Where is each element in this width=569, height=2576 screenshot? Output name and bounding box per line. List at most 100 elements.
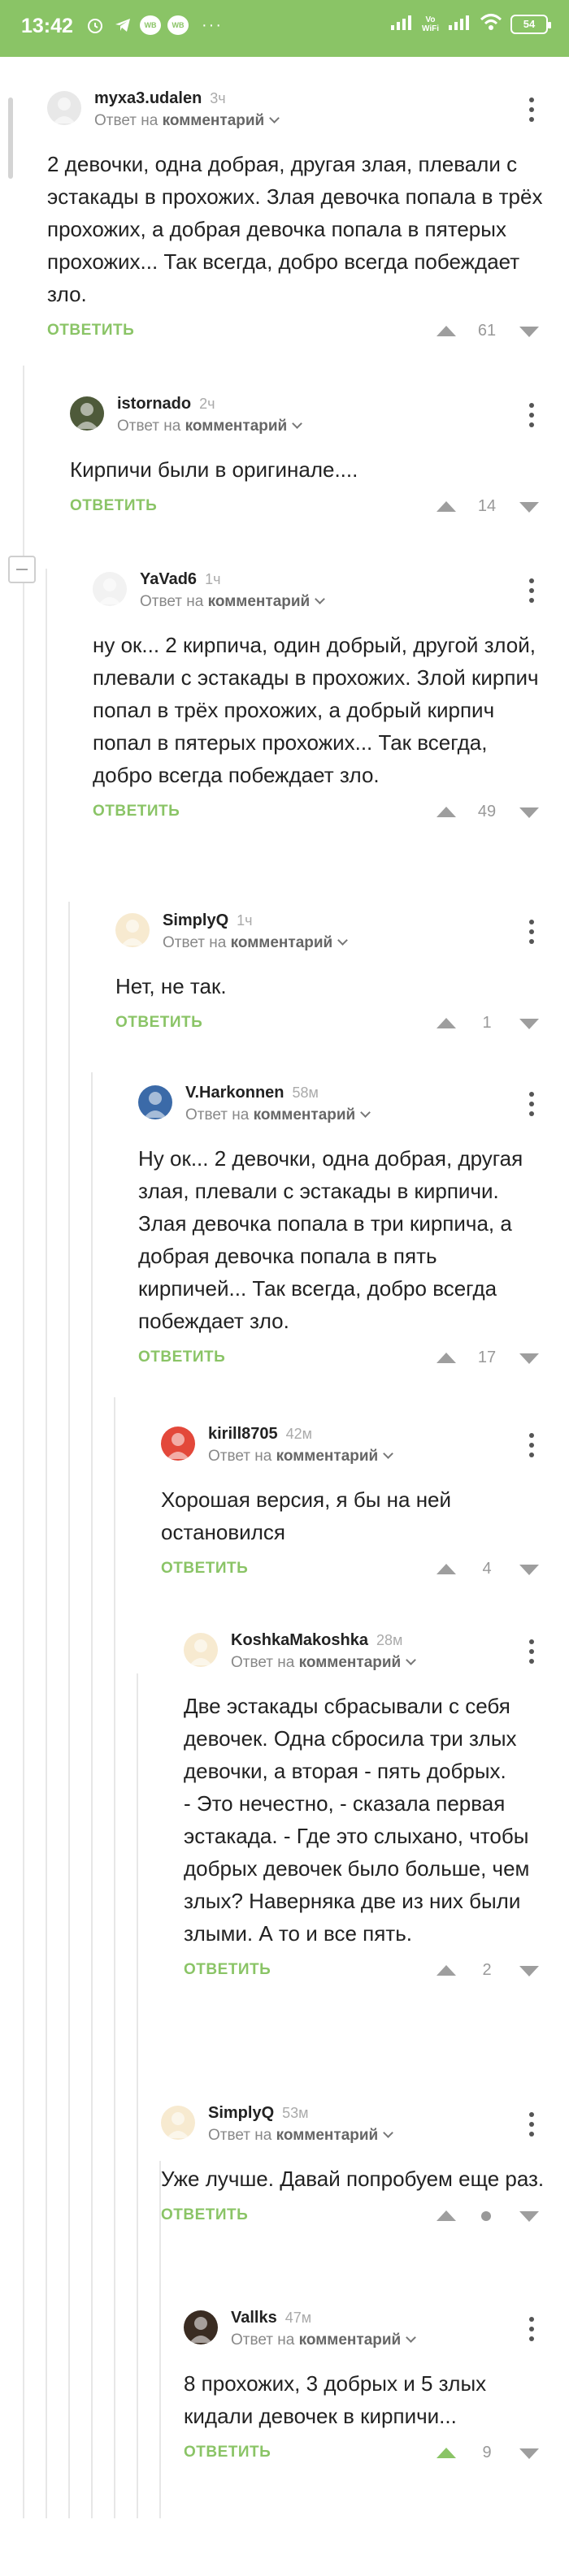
comment-author[interactable]: KoshkaMakoshka 28м bbox=[231, 1631, 402, 1650]
upvote-icon[interactable] bbox=[431, 2437, 462, 2470]
reply-button[interactable]: ОТВЕТИТЬ bbox=[93, 803, 180, 820]
avatar[interactable] bbox=[184, 1633, 218, 1667]
more-options-icon[interactable] bbox=[523, 2317, 540, 2341]
downvote-icon[interactable] bbox=[514, 491, 545, 523]
downvote-icon[interactable] bbox=[514, 2437, 545, 2470]
comment-author[interactable]: istornado 2ч bbox=[117, 395, 215, 413]
comment: istornado 2ч Ответ на комментарий Кирпичи б… bbox=[70, 393, 545, 526]
downvote-icon[interactable] bbox=[514, 796, 545, 829]
comment-author[interactable]: V.Harkonnen 58м bbox=[185, 1084, 319, 1102]
more-options-icon[interactable] bbox=[523, 578, 540, 603]
avatar[interactable] bbox=[47, 91, 81, 125]
comment-author[interactable]: YaVad6 1ч bbox=[140, 570, 220, 589]
more-options-icon[interactable] bbox=[523, 1639, 540, 1664]
reply-button[interactable]: ОТВЕТИТЬ bbox=[184, 1961, 271, 1979]
reply-target[interactable]: комментарий bbox=[185, 418, 288, 435]
reply-to-link[interactable]: Ответ на комментарий bbox=[231, 1654, 417, 1672]
more-options-icon[interactable] bbox=[523, 97, 540, 122]
upvote-icon[interactable] bbox=[431, 491, 462, 523]
thread-line bbox=[137, 1673, 138, 2518]
reply-to-link[interactable]: Ответ на комментарий bbox=[140, 593, 326, 611]
reply-target[interactable]: комментарий bbox=[208, 593, 311, 610]
more-options-icon[interactable] bbox=[523, 1433, 540, 1457]
downvote-icon[interactable] bbox=[514, 315, 545, 348]
comment-time: 3ч bbox=[210, 90, 226, 106]
reply-target[interactable]: комментарий bbox=[276, 1448, 379, 1465]
username[interactable]: V.Harkonnen bbox=[185, 1084, 284, 1102]
rating-widget: 4 bbox=[431, 1553, 545, 1586]
reply-button[interactable]: ОТВЕТИТЬ bbox=[70, 497, 157, 515]
reply-target[interactable]: комментарий bbox=[254, 1106, 356, 1123]
more-options-icon[interactable] bbox=[523, 2112, 540, 2137]
reply-to-link[interactable]: Ответ на комментарий bbox=[185, 1106, 371, 1124]
reply-target[interactable]: комментарий bbox=[163, 112, 265, 129]
reply-button[interactable]: ОТВЕТИТЬ bbox=[138, 1349, 225, 1366]
rating-count: 1 bbox=[482, 1014, 492, 1032]
reply-target[interactable]: комментарий bbox=[231, 934, 333, 951]
comment-author[interactable]: kirill8705 42м bbox=[208, 1425, 312, 1444]
username[interactable]: YaVad6 bbox=[140, 570, 197, 588]
upvote-icon[interactable] bbox=[431, 1342, 462, 1375]
downvote-icon[interactable] bbox=[514, 1007, 545, 1040]
downvote-icon[interactable] bbox=[514, 1342, 545, 1375]
upvote-icon[interactable] bbox=[431, 796, 462, 829]
reply-button[interactable]: ОТВЕТИТЬ bbox=[161, 1560, 248, 1578]
reply-button[interactable]: ОТВЕТИТЬ bbox=[115, 1014, 202, 1032]
reply-button[interactable]: ОТВЕТИТЬ bbox=[47, 322, 134, 340]
reply-target[interactable]: комментарий bbox=[276, 2127, 379, 2144]
upvote-icon[interactable] bbox=[431, 315, 462, 348]
rating-count: 14 bbox=[477, 497, 497, 515]
more-options-icon[interactable] bbox=[523, 920, 540, 944]
reply-to-link[interactable]: Ответ на комментарий bbox=[117, 418, 303, 435]
thread-line bbox=[114, 1397, 115, 2518]
reply-to-link[interactable]: Ответ на комментарий bbox=[231, 2331, 417, 2349]
comment-author[interactable]: SimplyQ 1ч bbox=[163, 911, 253, 930]
username[interactable]: Vallks bbox=[231, 2309, 277, 2327]
avatar[interactable] bbox=[115, 913, 150, 947]
rating-widget bbox=[431, 2200, 545, 2232]
reply-to-link[interactable]: Ответ на комментарий bbox=[208, 1448, 394, 1466]
vowifi-label: Vo WiFi bbox=[421, 15, 439, 33]
username[interactable]: KoshkaMakoshka bbox=[231, 1631, 368, 1649]
upvote-icon[interactable] bbox=[431, 2200, 462, 2232]
upvote-icon[interactable] bbox=[431, 1553, 462, 1586]
comment-actions: ОТВЕТИТЬ 9 bbox=[184, 2437, 545, 2473]
comment: myxa3.udalen 3ч Ответ на комментарий 2 дево… bbox=[47, 88, 545, 351]
avatar[interactable] bbox=[184, 2310, 218, 2344]
rating-widget: 61 bbox=[431, 315, 545, 348]
upvote-icon[interactable] bbox=[431, 1007, 462, 1040]
collapse-thread-button[interactable] bbox=[8, 556, 36, 583]
downvote-icon[interactable] bbox=[514, 2200, 545, 2232]
username[interactable]: istornado bbox=[117, 395, 191, 413]
avatar[interactable] bbox=[93, 572, 127, 606]
reply-to-link[interactable]: Ответ на комментарий bbox=[94, 112, 280, 130]
reply-to-link[interactable]: Ответ на комментарий bbox=[208, 2127, 394, 2145]
avatar[interactable] bbox=[70, 396, 104, 431]
reply-to-link[interactable]: Ответ на комментарий bbox=[163, 934, 349, 952]
comment-author[interactable]: Vallks 47м bbox=[231, 2309, 311, 2327]
reply-target[interactable]: комментарий bbox=[299, 2331, 402, 2349]
reply-button[interactable]: ОТВЕТИТЬ bbox=[161, 2206, 248, 2224]
username[interactable]: SimplyQ bbox=[208, 2104, 274, 2122]
comment-author[interactable]: SimplyQ 53м bbox=[208, 2104, 309, 2123]
more-options-icon[interactable] bbox=[523, 1092, 540, 1116]
comment-author[interactable]: myxa3.udalen 3ч bbox=[94, 89, 226, 108]
comment-text: Нет, не так. bbox=[115, 974, 227, 998]
avatar[interactable] bbox=[161, 2106, 195, 2140]
scrollbar[interactable] bbox=[8, 97, 13, 179]
downvote-icon[interactable] bbox=[514, 1955, 545, 1987]
downvote-icon[interactable] bbox=[514, 1553, 545, 1586]
more-options-icon[interactable] bbox=[523, 403, 540, 427]
comment-header: kirill8705 42м Ответ на комментарий bbox=[161, 1423, 545, 1475]
reply-target[interactable]: комментарий bbox=[299, 1654, 402, 1671]
comment-text: 8 прохожих, 3 добрых и 5 злых кидали дев… bbox=[184, 2371, 487, 2428]
reply-button[interactable]: ОТВЕТИТЬ bbox=[184, 2444, 271, 2461]
username[interactable]: SimplyQ bbox=[163, 911, 228, 929]
avatar[interactable] bbox=[138, 1085, 172, 1119]
chevron-down-icon bbox=[406, 1655, 417, 1665]
username[interactable]: myxa3.udalen bbox=[94, 89, 202, 107]
username[interactable]: kirill8705 bbox=[208, 1425, 278, 1443]
upvote-icon[interactable] bbox=[431, 1955, 462, 1987]
avatar[interactable] bbox=[161, 1427, 195, 1461]
comment-actions: ОТВЕТИТЬ 61 bbox=[47, 315, 545, 351]
